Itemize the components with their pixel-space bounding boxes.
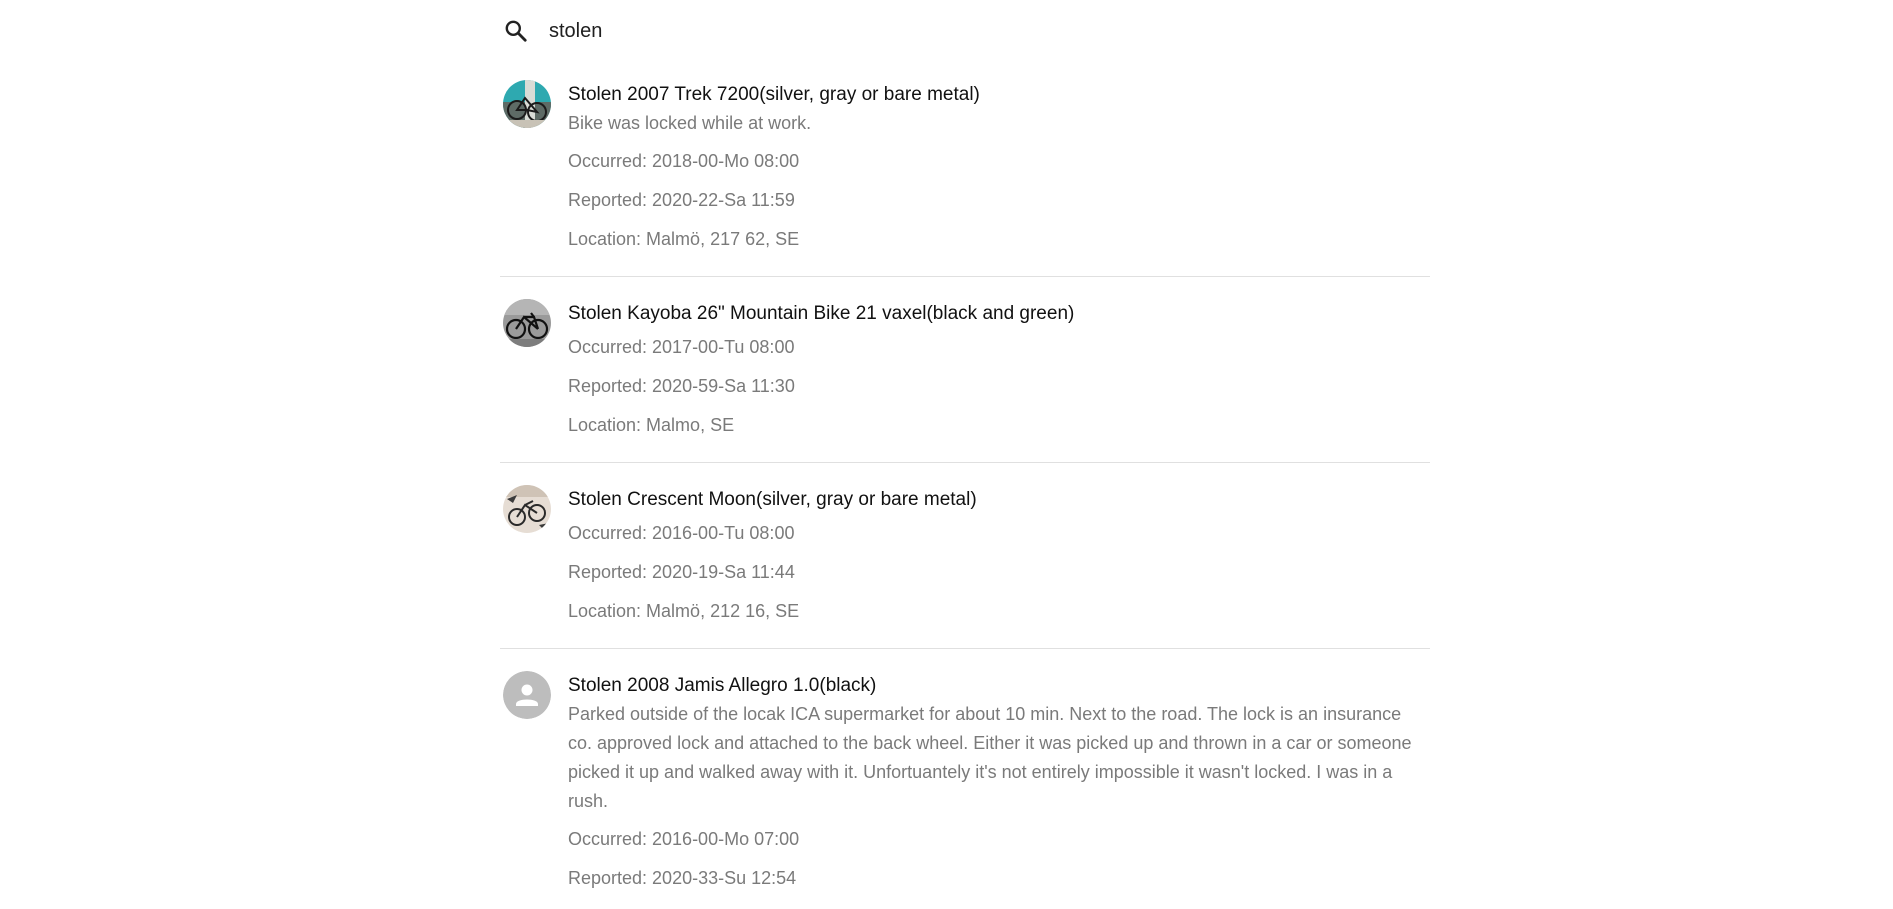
report-occurred: Occurred: 2017-00-Tu 08:00 (568, 337, 795, 357)
search-bar (500, 12, 1430, 50)
list-item[interactable]: Stolen 2008 Jamis Allegro 1.0(black) Par… (500, 669, 1430, 909)
report-occurred: Occurred: 2016-00-Tu 08:00 (568, 523, 795, 543)
report-location: Location: Malmo, SE (568, 415, 735, 435)
report-title[interactable]: Stolen Crescent Moon(silver, gray or bar… (568, 485, 1430, 514)
search-input[interactable] (549, 19, 1149, 43)
report-title[interactable]: Stolen 2007 Trek 7200(silver, gray or ba… (568, 80, 1430, 109)
bike-photo-avatar (503, 485, 551, 533)
report-description: Parked outside of the locak ICA supermar… (568, 704, 1412, 811)
report-occurred: Occurred: 2016-00-Mo 07:00 (568, 829, 800, 849)
report-title[interactable]: Stolen Kayoba 26" Mountain Bike 21 vaxel… (568, 299, 1430, 328)
bike-photo-avatar (503, 80, 551, 128)
report-reported: Reported: 2020-22-Sa 11:59 (568, 190, 795, 210)
search-icon[interactable] (503, 18, 529, 44)
list-item[interactable]: Stolen 2007 Trek 7200(silver, gray or ba… (500, 78, 1430, 277)
report-occurred: Occurred: 2018-00-Mo 08:00 (568, 151, 800, 171)
report-location: Location: Malmö, 217 62, SE (568, 229, 800, 249)
list-item[interactable]: Stolen Kayoba 26" Mountain Bike 21 vaxel… (500, 297, 1430, 463)
report-reported: Reported: 2020-19-Sa 11:44 (568, 562, 795, 582)
report-list: Stolen 2007 Trek 7200(silver, gray or ba… (500, 78, 1430, 909)
page: Stolen 2007 Trek 7200(silver, gray or ba… (0, 0, 1893, 909)
bike-photo-avatar (503, 299, 551, 347)
report-title[interactable]: Stolen 2008 Jamis Allegro 1.0(black) (568, 671, 1430, 700)
person-icon (503, 671, 551, 719)
report-location: Location: Malmö, 212 16, SE (568, 601, 800, 621)
list-item[interactable]: Stolen Crescent Moon(silver, gray or bar… (500, 483, 1430, 649)
report-description: Bike was locked while at work. (568, 113, 812, 133)
report-reported: Reported: 2020-33-Su 12:54 (568, 868, 797, 888)
report-reported: Reported: 2020-59-Sa 11:30 (568, 376, 795, 396)
